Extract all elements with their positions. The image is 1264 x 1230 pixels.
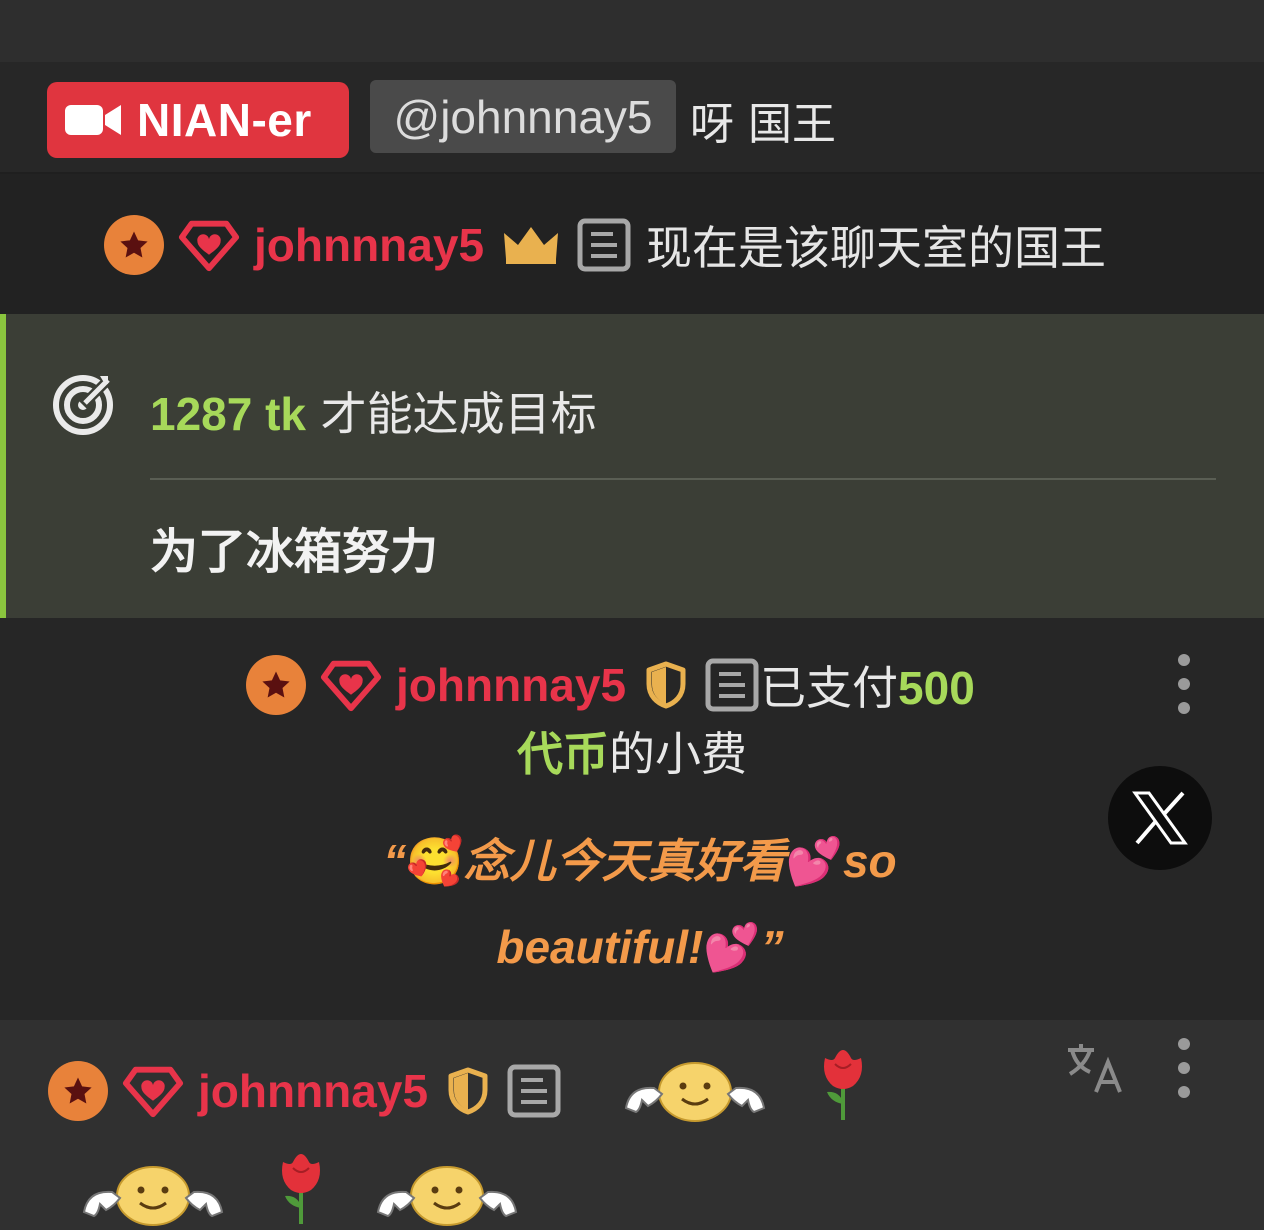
- goal-description: 为了冰箱努力: [150, 524, 439, 580]
- x-logo-icon: [1132, 791, 1188, 845]
- tip-paid-text: 已支付500: [760, 652, 975, 718]
- username[interactable]: johnnnay5: [198, 1064, 428, 1118]
- video-camera-icon: [65, 105, 121, 135]
- document-icon: [506, 1063, 562, 1119]
- chat-row-mention: NIAN-er @johnnnay5 呀 国王: [0, 62, 1264, 174]
- document-icon: [704, 657, 760, 713]
- chat-row-tip: johnnnay5 已支付500 代币的小费 “🥰念儿今天真好看💕so beau…: [0, 618, 1264, 1020]
- two-hearts-emoji: 💕: [785, 834, 843, 888]
- document-icon: [576, 217, 632, 273]
- system-message: 现在是该聊天室的国王: [646, 221, 1107, 275]
- username[interactable]: johnnnay5: [254, 218, 484, 272]
- gem-heart-icon: [178, 214, 240, 276]
- star-badge-icon: [48, 1061, 108, 1121]
- rose-emote: [273, 1152, 329, 1226]
- tip-paid-prefix: 已支付: [760, 661, 899, 715]
- target-icon: [53, 375, 113, 435]
- rose-emote: [815, 1048, 871, 1122]
- smiley-emote: [372, 1160, 522, 1226]
- tip-goal-panel: 1287 tk 才能达成目标 为了冰箱努力: [0, 314, 1264, 618]
- tip-amount: 500: [898, 662, 975, 714]
- translate-icon[interactable]: [1066, 1042, 1122, 1094]
- star-badge-icon: [104, 215, 164, 275]
- chat-row-emotes: johnnnay5: [0, 1020, 1264, 1230]
- goal-label: 才能达成目标: [320, 387, 597, 441]
- two-hearts-emoji: 💕: [703, 920, 761, 974]
- model-name: NIAN-er: [137, 94, 312, 146]
- shield-icon: [644, 661, 688, 709]
- goal-divider: [150, 478, 1216, 480]
- mention-tag[interactable]: @johnnnay5: [370, 80, 676, 153]
- x-logo-button[interactable]: [1108, 766, 1212, 870]
- shield-icon: [446, 1067, 490, 1115]
- tip-message-quote: “🥰念儿今天真好看💕so beautiful!💕”: [383, 834, 897, 974]
- chat-row-king: johnnnay5 现在是该聊天室的国王: [0, 174, 1264, 314]
- username[interactable]: johnnnay5: [396, 658, 626, 712]
- model-live-badge[interactable]: NIAN-er: [47, 82, 349, 158]
- smiley-emote: [620, 1056, 770, 1122]
- smiling-hearts-emoji: 🥰: [406, 834, 464, 888]
- goal-progress-text: 1287 tk 才能达成目标: [150, 378, 597, 444]
- tip-paid-continuation: 代币的小费: [0, 718, 1264, 784]
- goal-tokens-remaining: 1287 tk: [150, 388, 307, 440]
- kebab-menu-icon[interactable]: [1177, 654, 1191, 714]
- tip-quote-text-1: 念儿今天真好看: [463, 835, 786, 887]
- star-badge-icon: [246, 655, 306, 715]
- tip-suffix: 的小费: [609, 727, 747, 781]
- tip-currency: 代币: [517, 727, 609, 781]
- chat-message-text: 呀 国王: [690, 99, 836, 150]
- crown-icon: [502, 225, 560, 265]
- top-strip: [0, 0, 1264, 62]
- smiley-emote: [78, 1160, 228, 1226]
- gem-heart-icon: [320, 654, 382, 716]
- gem-heart-icon: [122, 1060, 184, 1122]
- kebab-menu-icon[interactable]: [1177, 1038, 1191, 1098]
